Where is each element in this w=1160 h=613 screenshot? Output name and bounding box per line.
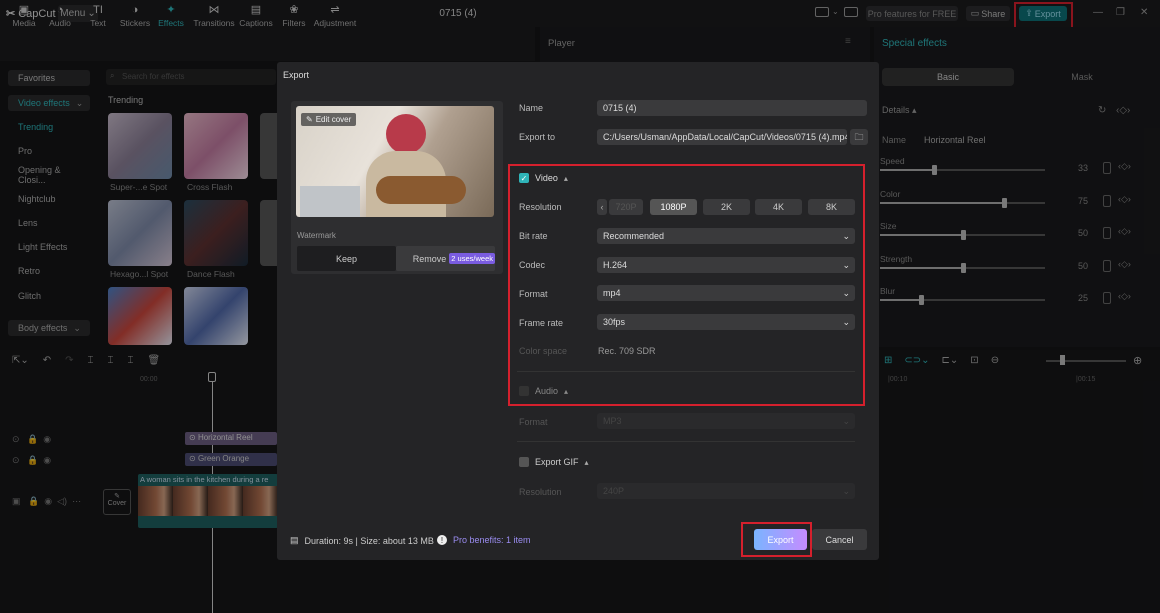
edit-cover-button[interactable]: ✎ Edit cover	[301, 113, 357, 126]
duration-size: Duration: 9s | Size: about 13 MB	[304, 535, 434, 546]
gif-res-select[interactable]: 240P ⌄	[597, 483, 855, 499]
gif-res-value: 240P	[603, 486, 625, 496]
audio-format-select[interactable]: MP3 ⌄	[597, 413, 855, 429]
pro-benefits-link[interactable]: ! Pro benefits: 1 item	[437, 535, 531, 545]
uses-badge: 2 uses/week	[449, 253, 495, 264]
highlight-box	[741, 522, 812, 557]
chevron-down-icon: ⌄	[842, 485, 850, 496]
dialog-title: Export	[283, 70, 310, 80]
name-value: 0715 (4)	[603, 103, 637, 113]
audio-format-value: MP3	[603, 416, 622, 426]
cancel-button-label: Cancel	[825, 534, 854, 545]
gif-checkbox[interactable]	[519, 457, 529, 467]
cover-figure	[386, 114, 426, 154]
export-path-input[interactable]: C:/Users/Usman/AppData/Local/CapCut/Vide…	[597, 129, 847, 145]
audio-format-label: Format	[519, 417, 548, 427]
folder-icon[interactable]: 🗀	[850, 129, 868, 145]
gif-res-label: Resolution	[519, 487, 562, 497]
keep-label: Keep	[335, 253, 358, 264]
export-to-label: Export to	[519, 132, 556, 142]
export-path-value: C:/Users/Usman/AppData/Local/CapCut/Vide…	[603, 132, 847, 142]
watermark-label: Watermark	[297, 231, 336, 240]
gif-label: Export GIF	[535, 457, 579, 467]
name-label: Name	[519, 103, 544, 113]
remove-watermark-button[interactable]: Remove 2 uses/week	[396, 246, 495, 271]
keep-watermark-button[interactable]: Keep	[297, 246, 396, 271]
cover-guitar	[376, 176, 466, 204]
chevron-down-icon: ⌄	[842, 415, 850, 426]
edit-cover-label: Edit cover	[315, 115, 352, 124]
footer-info: ▤ Duration: 9s | Size: about 13 MB	[290, 535, 434, 546]
cancel-button[interactable]: Cancel	[812, 529, 867, 550]
info-icon: !	[437, 535, 447, 545]
cover-laptop	[300, 186, 360, 217]
chevron-up-icon: ▴	[584, 457, 589, 467]
highlight-box	[508, 164, 865, 406]
film-icon: ▤	[290, 535, 299, 545]
remove-label: Remove	[412, 253, 447, 264]
pro-benefits-label: Pro benefits: 1 item	[453, 535, 531, 545]
divider	[517, 441, 855, 442]
name-input[interactable]: 0715 (4)	[597, 100, 867, 116]
edit-icon: ✎	[306, 115, 313, 124]
gif-section-toggle[interactable]: Export GIF ▴	[519, 457, 589, 467]
